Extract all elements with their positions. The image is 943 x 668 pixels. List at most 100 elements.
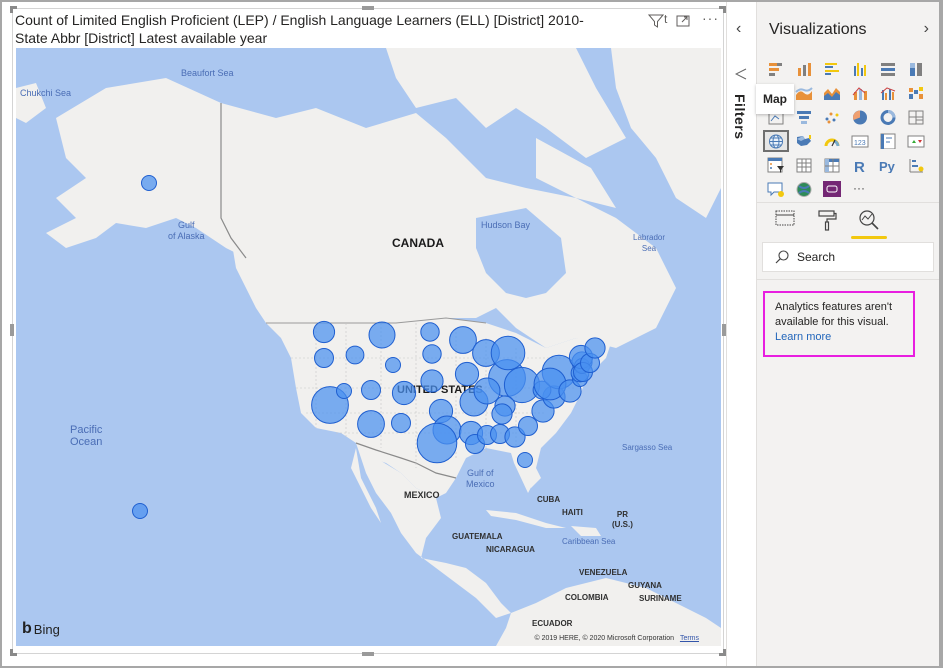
visual-type-multi-row-card-icon[interactable] [875, 130, 901, 152]
search-input[interactable]: Search [762, 242, 934, 272]
visual-type-line-and-stacked-column-chart-icon[interactable] [847, 82, 873, 104]
map-bubble-id[interactable] [345, 345, 365, 365]
divider [757, 202, 939, 203]
map-bubble-nv[interactable] [336, 383, 352, 399]
visual-type-ribbon-chart-icon[interactable] [903, 82, 929, 104]
bing-b-icon: b [22, 620, 32, 637]
visual-type-100-stacked-column-chart-icon[interactable] [903, 58, 929, 80]
visual-type-clustered-column-chart-icon[interactable] [847, 58, 873, 80]
chevron-left-icon[interactable]: ‹ [736, 20, 741, 38]
bubble-layer [132, 175, 606, 519]
analytics-magnifier-icon [859, 210, 879, 230]
visual-type-stacked-column-chart-icon[interactable] [791, 58, 817, 80]
visual-title-line2: State Abbr [District] Latest available y… [15, 30, 268, 46]
visual-type-more-visuals-icon[interactable]: ··· [847, 178, 873, 200]
map-bubble-az[interactable] [357, 410, 385, 438]
visual-type-python-visual-icon[interactable]: Py [875, 154, 901, 176]
resize-handle-bottom-left[interactable] [10, 649, 17, 656]
map-bubble-nd[interactable] [420, 322, 440, 342]
visual-type-power-apps-icon[interactable] [819, 178, 845, 200]
visual-type-100-stacked-bar-chart-icon[interactable] [875, 58, 901, 80]
map-bubble-tx[interactable] [416, 422, 458, 464]
map-bubble-wy[interactable] [385, 357, 401, 373]
visualizations-title: Visualizations [769, 21, 867, 38]
map-bubble-co[interactable] [391, 380, 417, 406]
visual-type-q-a-icon[interactable] [763, 178, 789, 200]
filters-label[interactable]: Filters [732, 94, 748, 140]
map-bubble-wa[interactable] [312, 320, 336, 344]
paint-roller-icon [818, 210, 837, 231]
visual-type-stacked-bar-chart-icon[interactable] [763, 58, 789, 80]
resize-handle-top[interactable] [362, 6, 374, 10]
visual-title-line1: Count of Limited English Proficient (LEP… [15, 12, 584, 28]
map-bubble-sd[interactable] [422, 344, 442, 364]
visual-type-key-influencers-icon[interactable] [903, 154, 929, 176]
map-bubble-hi[interactable] [132, 503, 148, 519]
visual-type-line-and-clustered-column-chart-icon[interactable] [875, 82, 901, 104]
map-bubble-ut[interactable] [361, 380, 381, 400]
map-bubble-ak[interactable] [141, 175, 157, 191]
visual-type-funnel-icon[interactable] [791, 106, 817, 128]
search-icon [775, 250, 789, 264]
visual-type-area-chart-icon[interactable] [791, 82, 817, 104]
visual-type-stacked-area-chart-icon[interactable] [819, 82, 845, 104]
filter-icon[interactable] [647, 14, 665, 31]
map-bubble-fl[interactable] [517, 452, 533, 468]
map-bubble-sc[interactable] [518, 416, 538, 436]
fields-icon [775, 210, 795, 226]
tab-fields[interactable] [773, 207, 797, 239]
tab-analytics[interactable] [851, 207, 887, 239]
copyright-text: © 2019 HERE, © 2020 Microsoft Corporatio… [534, 635, 674, 642]
visual-type-slicer-icon[interactable] [763, 154, 789, 176]
visual-title: Count of Limited English Proficient (LEP… [15, 11, 655, 47]
visual-type-gallery: 123 R Py ··· [763, 58, 933, 202]
bing-logo: b Bing [22, 620, 60, 638]
terms-link[interactable]: Terms [680, 635, 699, 642]
report-canvas: Count of Limited English Proficient (LEP… [2, 2, 726, 666]
visual-type-table-icon[interactable] [791, 154, 817, 176]
chevron-right-icon[interactable]: › [924, 20, 929, 38]
map-visual[interactable]: Count of Limited English Proficient (LEP… [10, 6, 726, 656]
filters-pane-collapsed[interactable]: ‹ Filters [726, 2, 756, 666]
analytics-unavailable-message: Analytics features aren't available for … [763, 291, 915, 357]
visual-type-donut-chart-icon[interactable] [875, 106, 901, 128]
map-bubble-mi[interactable] [490, 335, 526, 371]
search-placeholder: Search [797, 250, 836, 264]
map-bubble-ia[interactable] [454, 361, 480, 387]
visual-type-arcgis-maps-icon[interactable] [791, 178, 817, 200]
resize-handle-bottom[interactable] [362, 652, 374, 656]
visual-type-kpi-icon[interactable] [903, 130, 929, 152]
visual-type-scatter-chart-icon[interactable] [819, 106, 845, 128]
more-options-icon[interactable]: ··· [702, 10, 719, 26]
resize-handle-left[interactable] [10, 324, 14, 336]
svg-text:R: R [854, 159, 865, 173]
visual-type-map-icon[interactable] [763, 130, 789, 152]
map-canvas[interactable]: Beaufort Sea Chukchi Sea Gulf of Alaska … [16, 48, 721, 646]
funnel-icon [734, 68, 747, 83]
visual-type-gauge-icon[interactable] [819, 130, 845, 152]
visual-type-clustered-bar-chart-icon[interactable] [819, 58, 845, 80]
visual-type-r-script-visual-icon[interactable]: R [847, 154, 873, 176]
map-bubble-mn[interactable] [449, 326, 477, 354]
map-bubble-or[interactable] [314, 348, 334, 368]
svg-text:123: 123 [854, 140, 866, 147]
tab-format[interactable] [815, 207, 839, 239]
focus-mode-icon[interactable] [676, 14, 691, 31]
pane-tabs [773, 207, 887, 239]
map-bubble-me[interactable] [584, 337, 606, 359]
learn-more-link[interactable]: Learn more [775, 331, 831, 343]
resize-handle-top-right[interactable] [719, 6, 726, 13]
visual-title-overflow: t [664, 12, 668, 26]
resize-handle-bottom-right[interactable] [719, 649, 726, 656]
map-bubble-tn[interactable] [491, 403, 513, 425]
visual-type-matrix-icon[interactable] [819, 154, 845, 176]
map-bubble-in[interactable] [473, 377, 501, 405]
visual-type-treemap-icon[interactable] [903, 106, 929, 128]
map-bubble-ne[interactable] [420, 369, 444, 393]
visual-type-card-icon[interactable]: 123 [847, 130, 873, 152]
map-bubble-nm[interactable] [391, 413, 411, 433]
visual-type-filled-map-icon[interactable] [791, 130, 817, 152]
bing-label: Bing [33, 621, 60, 637]
visual-type-pie-chart-icon[interactable] [847, 106, 873, 128]
map-bubble-mt[interactable] [368, 321, 396, 349]
